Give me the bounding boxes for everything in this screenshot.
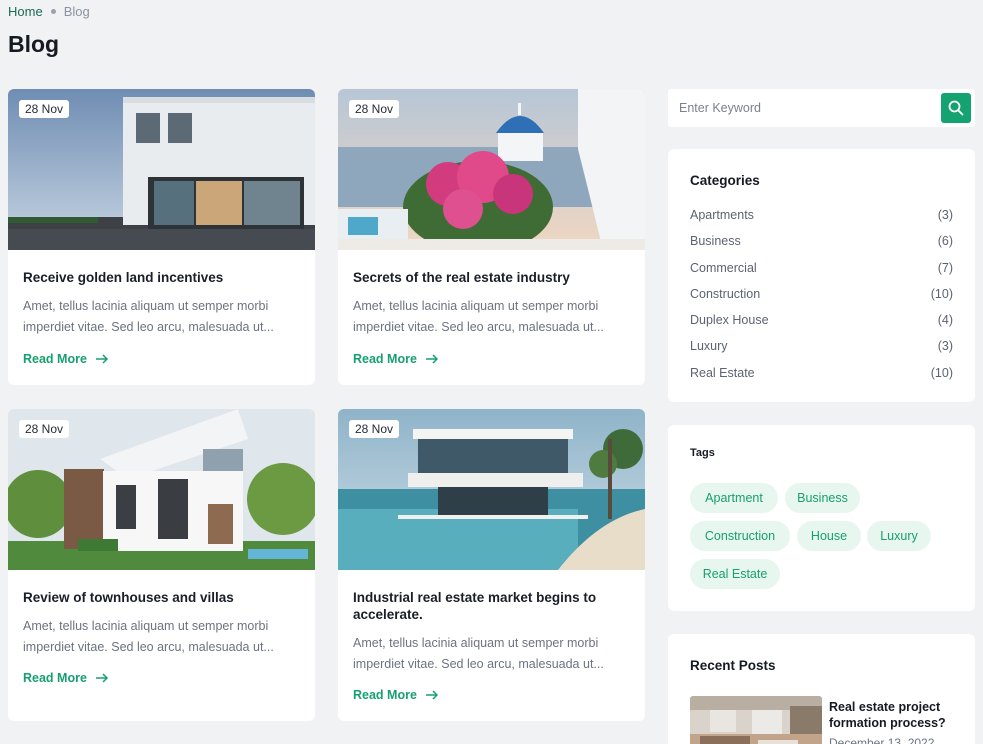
read-more-link[interactable]: Read More	[23, 352, 109, 366]
post-title[interactable]: Industrial real estate market begins to …	[353, 589, 615, 623]
category-item[interactable]: Real Estate (10)	[690, 366, 953, 384]
breadcrumb-separator	[50, 9, 56, 14]
search-input[interactable]	[668, 89, 938, 127]
search-icon	[948, 100, 964, 116]
category-item[interactable]: Luxury (3)	[690, 339, 953, 357]
post-image[interactable]: 28 Nov	[338, 409, 645, 570]
search-box	[668, 89, 975, 127]
tags-title: Tags	[690, 447, 715, 459]
blog-card[interactable]: 28 Nov Receive golden land incentives Am…	[8, 89, 315, 385]
breadcrumb-home-link[interactable]: Home	[8, 4, 43, 19]
category-item[interactable]: Commercial (7)	[690, 261, 953, 279]
post-date-badge: 28 Nov	[19, 100, 70, 118]
post-excerpt: Amet, tellus lacinia aliquam ut semper m…	[23, 299, 274, 334]
category-label: Business	[690, 234, 741, 248]
tag-apartment[interactable]: Apartment	[690, 483, 778, 513]
tag-business[interactable]: Business	[785, 483, 860, 513]
category-label: Apartments	[690, 208, 754, 222]
post-image[interactable]: 28 Nov	[8, 409, 315, 570]
tag-luxury[interactable]: Luxury	[867, 521, 931, 551]
tags-widget: Tags Apartment Business Construction Hou…	[668, 425, 975, 611]
breadcrumb: Home Blog	[8, 4, 90, 19]
category-label: Luxury	[690, 339, 728, 353]
category-count: (4)	[937, 313, 953, 327]
post-excerpt: Amet, tellus lacinia aliquam ut semper m…	[353, 636, 604, 671]
category-label: Construction	[690, 287, 761, 301]
read-more-label: Read More	[23, 671, 87, 685]
tag-real-estate[interactable]: Real Estate	[690, 559, 780, 589]
read-more-label: Read More	[23, 352, 87, 366]
category-count: (10)	[930, 287, 953, 301]
post-title[interactable]: Receive golden land incentives	[23, 269, 300, 286]
post-image[interactable]: 28 Nov	[8, 89, 315, 250]
category-count: (7)	[937, 261, 953, 275]
arrow-right-icon	[95, 673, 108, 683]
categories-widget: Categories Apartments (3) Business (6) C…	[668, 149, 975, 402]
arrow-right-icon	[95, 354, 108, 364]
category-item[interactable]: Duplex House (4)	[690, 313, 953, 331]
post-date-badge: 28 Nov	[349, 100, 400, 118]
blog-card[interactable]: 28 Nov Industrial real estate market beg…	[338, 409, 645, 721]
category-item[interactable]: Business (6)	[690, 234, 953, 252]
category-label: Duplex House	[690, 313, 769, 327]
category-count: (3)	[937, 208, 953, 222]
post-excerpt: Amet, tellus lacinia aliquam ut semper m…	[353, 299, 604, 334]
post-image[interactable]: 28 Nov	[338, 89, 645, 250]
blog-card[interactable]: 28 Nov Secrets of the real estate indust…	[338, 89, 645, 385]
read-more-link[interactable]: Read More	[353, 688, 439, 702]
category-count: (3)	[937, 339, 953, 353]
post-date-badge: 28 Nov	[349, 420, 400, 438]
recent-post-title[interactable]: Real estate project formation process?	[829, 699, 959, 731]
arrow-right-icon	[425, 690, 438, 700]
post-excerpt: Amet, tellus lacinia aliquam ut semper m…	[23, 619, 274, 654]
read-more-link[interactable]: Read More	[353, 352, 439, 366]
recent-post-thumbnail[interactable]	[690, 696, 822, 744]
tag-house[interactable]: House	[797, 521, 861, 551]
post-title[interactable]: Secrets of the real estate industry	[353, 269, 630, 286]
read-more-link[interactable]: Read More	[23, 671, 109, 685]
post-title[interactable]: Review of townhouses and villas	[23, 589, 300, 606]
read-more-label: Read More	[353, 688, 417, 702]
arrow-right-icon	[425, 354, 438, 364]
breadcrumb-current: Blog	[63, 4, 90, 19]
category-item[interactable]: Construction (10)	[690, 287, 953, 305]
blog-card[interactable]: 28 Nov Review of townhouses and villas A…	[8, 409, 315, 721]
tag-construction[interactable]: Construction	[690, 521, 790, 551]
recent-posts-title: Recent Posts	[690, 658, 776, 673]
category-count: (10)	[930, 366, 953, 380]
living-room-image	[690, 696, 822, 744]
search-button[interactable]	[941, 93, 971, 123]
category-label: Commercial	[690, 261, 757, 275]
post-date-badge: 28 Nov	[19, 420, 70, 438]
category-item[interactable]: Apartments (3)	[690, 208, 953, 226]
categories-title: Categories	[690, 173, 760, 188]
recent-posts-widget: Recent Posts Real estate project formati…	[668, 634, 975, 744]
category-label: Real Estate	[690, 366, 755, 380]
recent-post-date: December 13, 2022	[829, 736, 935, 744]
read-more-label: Read More	[353, 352, 417, 366]
page-title: Blog	[8, 31, 60, 57]
category-count: (6)	[937, 234, 953, 248]
